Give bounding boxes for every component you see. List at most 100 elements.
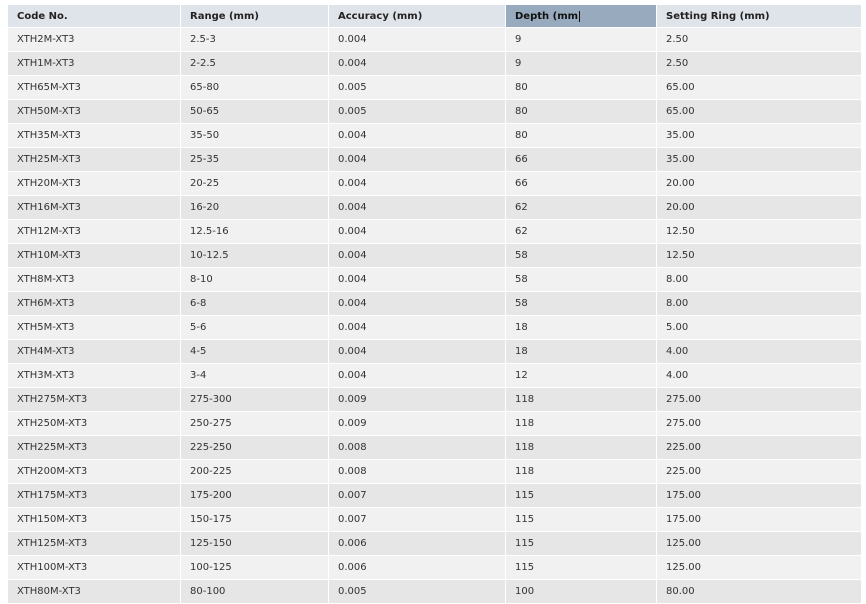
cell-range: 20-25 — [181, 172, 329, 195]
cell-code-no: XTH275M-XT3 — [8, 388, 181, 411]
cell-setting-ring: 225.00 — [666, 442, 701, 453]
table-row: XTH125M-XT3 125-150 0.006 115 125.00 — [8, 532, 861, 556]
cell-setting-ring: 4.00 — [666, 370, 689, 381]
table-row: XTH65M-XT3 65-80 0.005 80 65.00 — [8, 76, 861, 100]
cell-code-no: XTH2M-XT3 — [8, 28, 181, 51]
table-row: XTH3M-XT3 3-4 0.004 12 4.00 — [8, 364, 861, 388]
cell-accuracy: 0.007 — [329, 484, 506, 507]
header-label: Accuracy (mm) — [338, 10, 423, 22]
table-row: XTH100M-XT3 100-125 0.006 115 125.00 — [8, 556, 861, 580]
cell-accuracy: 0.004 — [329, 244, 506, 267]
cell-range: 125-150 — [181, 532, 329, 555]
cell-code-no: XTH12M-XT3 — [8, 220, 181, 243]
cell-accuracy: 0.004 — [329, 316, 506, 339]
cell-depth: 58 — [506, 268, 657, 291]
cell-range: 8-10 — [181, 268, 329, 291]
cell-range: 50-65 — [181, 100, 329, 123]
cell-range: 225-250 — [181, 436, 329, 459]
cell-range: 100-125 — [181, 556, 329, 579]
cell-accuracy: 0.008 — [329, 460, 506, 483]
cell-setting-ring: 8.00 — [666, 274, 689, 285]
cell-accuracy: 0.004 — [329, 52, 506, 75]
header-depth[interactable]: Depth (mm — [506, 5, 657, 27]
cell-code-no: XTH1M-XT3 — [8, 52, 181, 75]
cell-range: 65-80 — [181, 76, 329, 99]
cell-range: 10-12.5 — [181, 244, 329, 267]
cell-depth: 18 — [506, 340, 657, 363]
cell-accuracy: 0.004 — [329, 220, 506, 243]
table-row: XTH225M-XT3 225-250 0.008 118 225.00 — [8, 436, 861, 460]
cell-depth: 118 — [506, 388, 657, 411]
cell-setting-ring: 20.00 — [666, 178, 695, 189]
cell-depth: 12 — [506, 364, 657, 387]
cell-depth: 115 — [506, 508, 657, 531]
cell-depth: 115 — [506, 532, 657, 555]
cell-code-no: XTH225M-XT3 — [8, 436, 181, 459]
cell-depth: 66 — [506, 172, 657, 195]
cell-depth: 18 — [506, 316, 657, 339]
cell-accuracy: 0.005 — [329, 100, 506, 123]
cell-setting-ring: 8.00 — [666, 298, 689, 309]
cell-setting-ring: 275.00 — [666, 418, 701, 429]
cell-range: 3-4 — [181, 364, 329, 387]
cell-accuracy: 0.004 — [329, 340, 506, 363]
cell-depth: 58 — [506, 292, 657, 315]
cell-range: 6-8 — [181, 292, 329, 315]
cell-code-no: XTH100M-XT3 — [8, 556, 181, 579]
table-row: XTH200M-XT3 200-225 0.008 118 225.00 — [8, 460, 861, 484]
cell-accuracy: 0.004 — [329, 364, 506, 387]
cell-range: 5-6 — [181, 316, 329, 339]
header-code-no[interactable]: Code No. — [8, 5, 181, 27]
header-setting-ring[interactable]: Setting Ring (mm) — [657, 5, 861, 27]
cell-setting-ring: 2.50 — [666, 58, 689, 69]
table-row: XTH2M-XT3 2.5-3 0.004 9 2.50 — [8, 28, 861, 52]
cell-accuracy: 0.008 — [329, 436, 506, 459]
data-table: Code No. Range (mm) Accuracy (mm) Depth (mm… — [8, 5, 861, 604]
cell-depth: 118 — [506, 412, 657, 435]
cell-setting-ring: 125.00 — [666, 538, 701, 549]
cell-depth: 58 — [506, 244, 657, 267]
table-header-row: Code No. Range (mm) Accuracy (mm) Depth (mm… — [8, 5, 861, 28]
cell-setting-ring: 4.00 — [666, 346, 689, 357]
cell-setting-ring: 35.00 — [666, 154, 695, 165]
table-row: XTH4M-XT3 4-5 0.004 18 4.00 — [8, 340, 861, 364]
cell-depth: 115 — [506, 556, 657, 579]
header-label: Setting Ring (mm) — [666, 10, 770, 22]
cell-setting-ring: 20.00 — [666, 202, 695, 213]
cell-accuracy: 0.004 — [329, 196, 506, 219]
cell-code-no: XTH65M-XT3 — [8, 76, 181, 99]
cell-depth: 118 — [506, 436, 657, 459]
header-range[interactable]: Range (mm) — [181, 5, 329, 27]
cell-accuracy: 0.004 — [329, 292, 506, 315]
table-body: XTH2M-XT3 2.5-3 0.004 9 2.50 XTH1M-XT3 2-2.5 0.… — [8, 28, 861, 604]
cell-accuracy: 0.004 — [329, 268, 506, 291]
table-row: XTH12M-XT3 12.5-16 0.004 62 12.50 — [8, 220, 861, 244]
cell-setting-ring: 125.00 — [666, 562, 701, 573]
cell-range: 4-5 — [181, 340, 329, 363]
table-row: XTH1M-XT3 2-2.5 0.004 9 2.50 — [8, 52, 861, 76]
table-row: XTH25M-XT3 25-35 0.004 66 35.00 — [8, 148, 861, 172]
table-row: XTH8M-XT3 8-10 0.004 58 8.00 — [8, 268, 861, 292]
cell-accuracy: 0.009 — [329, 388, 506, 411]
header-label: Depth (mm — [515, 10, 579, 22]
cell-range: 25-35 — [181, 148, 329, 171]
cell-accuracy: 0.004 — [329, 124, 506, 147]
header-accuracy[interactable]: Accuracy (mm) — [329, 5, 506, 27]
cell-accuracy: 0.007 — [329, 508, 506, 531]
cell-setting-ring: 175.00 — [666, 514, 701, 525]
cell-setting-ring: 225.00 — [666, 466, 701, 477]
cell-depth: 80 — [506, 124, 657, 147]
cell-setting-ring: 35.00 — [666, 130, 695, 141]
cell-depth: 80 — [506, 76, 657, 99]
cell-range: 275-300 — [181, 388, 329, 411]
cell-code-no: XTH35M-XT3 — [8, 124, 181, 147]
table-row: XTH250M-XT3 250-275 0.009 118 275.00 — [8, 412, 861, 436]
cell-code-no: XTH3M-XT3 — [8, 364, 181, 387]
cell-code-no: XTH6M-XT3 — [8, 292, 181, 315]
cell-setting-ring: 175.00 — [666, 490, 701, 501]
cell-depth: 62 — [506, 196, 657, 219]
cell-code-no: XTH20M-XT3 — [8, 172, 181, 195]
cell-depth: 115 — [506, 484, 657, 507]
cell-code-no: XTH150M-XT3 — [8, 508, 181, 531]
cell-range: 80-100 — [181, 580, 329, 603]
